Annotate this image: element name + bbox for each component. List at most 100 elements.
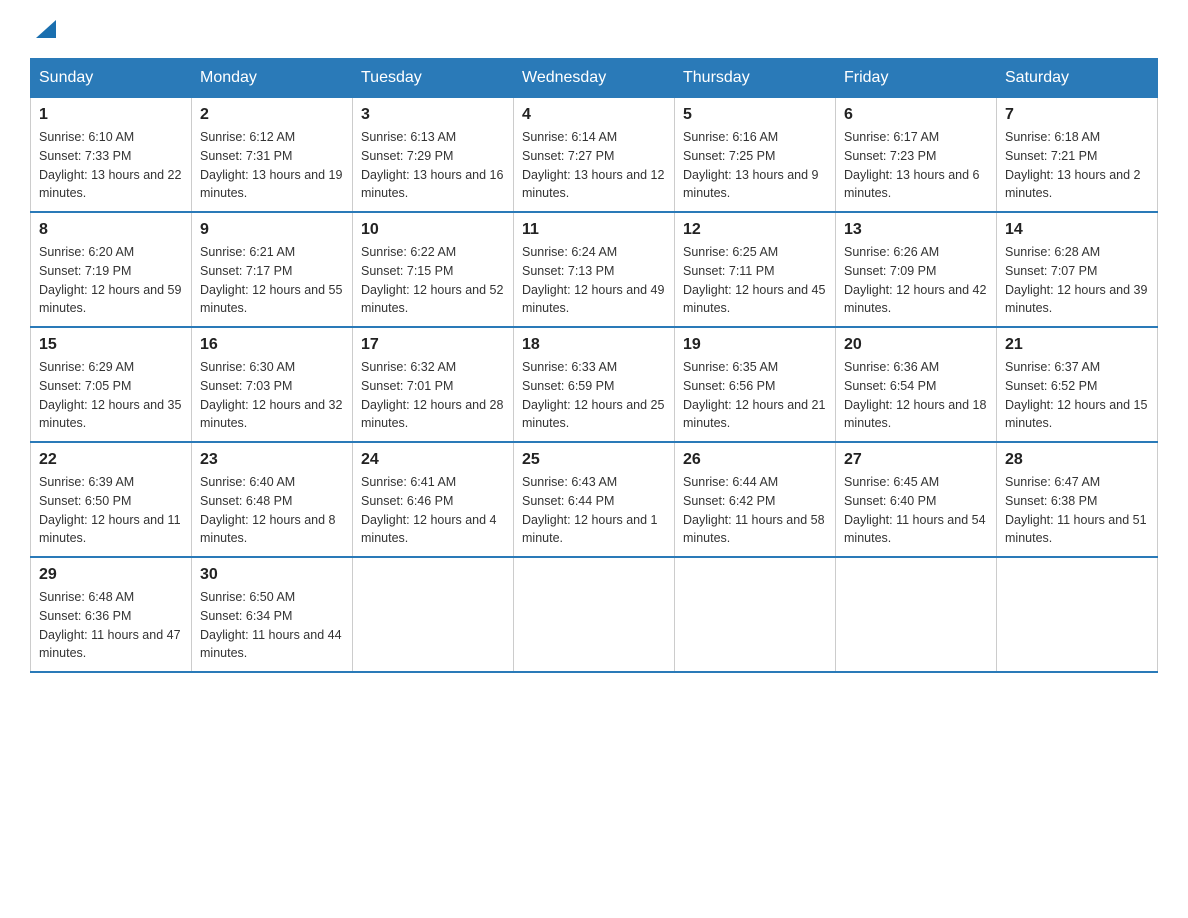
calendar-day-cell: 16 Sunrise: 6:30 AMSunset: 7:03 PMDaylig…: [192, 327, 353, 442]
day-info: Sunrise: 6:43 AMSunset: 6:44 PMDaylight:…: [522, 475, 658, 545]
day-number: 4: [522, 106, 666, 124]
weekday-header-sunday: Sunday: [31, 59, 192, 98]
weekday-header-saturday: Saturday: [997, 59, 1158, 98]
day-number: 28: [1005, 451, 1149, 469]
calendar-day-cell: [514, 557, 675, 672]
day-info: Sunrise: 6:13 AMSunset: 7:29 PMDaylight:…: [361, 130, 503, 200]
calendar-day-cell: 8 Sunrise: 6:20 AMSunset: 7:19 PMDayligh…: [31, 212, 192, 327]
day-number: 22: [39, 451, 183, 469]
calendar-day-cell: 26 Sunrise: 6:44 AMSunset: 6:42 PMDaylig…: [675, 442, 836, 557]
day-number: 17: [361, 336, 505, 354]
calendar-day-cell: [353, 557, 514, 672]
day-info: Sunrise: 6:28 AMSunset: 7:07 PMDaylight:…: [1005, 245, 1147, 315]
day-info: Sunrise: 6:30 AMSunset: 7:03 PMDaylight:…: [200, 360, 342, 430]
calendar-day-cell: 1 Sunrise: 6:10 AMSunset: 7:33 PMDayligh…: [31, 98, 192, 213]
day-number: 10: [361, 221, 505, 239]
day-number: 12: [683, 221, 827, 239]
calendar-day-cell: 17 Sunrise: 6:32 AMSunset: 7:01 PMDaylig…: [353, 327, 514, 442]
day-number: 9: [200, 221, 344, 239]
day-info: Sunrise: 6:37 AMSunset: 6:52 PMDaylight:…: [1005, 360, 1147, 430]
day-number: 15: [39, 336, 183, 354]
calendar-day-cell: 22 Sunrise: 6:39 AMSunset: 6:50 PMDaylig…: [31, 442, 192, 557]
day-info: Sunrise: 6:47 AMSunset: 6:38 PMDaylight:…: [1005, 475, 1147, 545]
day-info: Sunrise: 6:39 AMSunset: 6:50 PMDaylight:…: [39, 475, 181, 545]
calendar-day-cell: 4 Sunrise: 6:14 AMSunset: 7:27 PMDayligh…: [514, 98, 675, 213]
day-number: 20: [844, 336, 988, 354]
calendar-week-row: 8 Sunrise: 6:20 AMSunset: 7:19 PMDayligh…: [31, 212, 1158, 327]
calendar-day-cell: [836, 557, 997, 672]
day-number: 26: [683, 451, 827, 469]
weekday-header-row: SundayMondayTuesdayWednesdayThursdayFrid…: [31, 59, 1158, 98]
day-number: 1: [39, 106, 183, 124]
day-number: 8: [39, 221, 183, 239]
day-info: Sunrise: 6:25 AMSunset: 7:11 PMDaylight:…: [683, 245, 825, 315]
calendar-day-cell: 20 Sunrise: 6:36 AMSunset: 6:54 PMDaylig…: [836, 327, 997, 442]
calendar-day-cell: 14 Sunrise: 6:28 AMSunset: 7:07 PMDaylig…: [997, 212, 1158, 327]
calendar-day-cell: 24 Sunrise: 6:41 AMSunset: 6:46 PMDaylig…: [353, 442, 514, 557]
weekday-header-friday: Friday: [836, 59, 997, 98]
calendar-day-cell: 11 Sunrise: 6:24 AMSunset: 7:13 PMDaylig…: [514, 212, 675, 327]
day-number: 16: [200, 336, 344, 354]
day-info: Sunrise: 6:22 AMSunset: 7:15 PMDaylight:…: [361, 245, 503, 315]
calendar-day-cell: 5 Sunrise: 6:16 AMSunset: 7:25 PMDayligh…: [675, 98, 836, 213]
page-header: [30, 20, 1158, 38]
day-info: Sunrise: 6:33 AMSunset: 6:59 PMDaylight:…: [522, 360, 664, 430]
calendar-day-cell: 7 Sunrise: 6:18 AMSunset: 7:21 PMDayligh…: [997, 98, 1158, 213]
calendar-day-cell: 25 Sunrise: 6:43 AMSunset: 6:44 PMDaylig…: [514, 442, 675, 557]
day-info: Sunrise: 6:21 AMSunset: 7:17 PMDaylight:…: [200, 245, 342, 315]
day-number: 29: [39, 566, 183, 584]
calendar-day-cell: 15 Sunrise: 6:29 AMSunset: 7:05 PMDaylig…: [31, 327, 192, 442]
day-info: Sunrise: 6:26 AMSunset: 7:09 PMDaylight:…: [844, 245, 986, 315]
calendar-week-row: 29 Sunrise: 6:48 AMSunset: 6:36 PMDaylig…: [31, 557, 1158, 672]
day-info: Sunrise: 6:40 AMSunset: 6:48 PMDaylight:…: [200, 475, 336, 545]
calendar-day-cell: 2 Sunrise: 6:12 AMSunset: 7:31 PMDayligh…: [192, 98, 353, 213]
calendar-day-cell: 29 Sunrise: 6:48 AMSunset: 6:36 PMDaylig…: [31, 557, 192, 672]
day-info: Sunrise: 6:18 AMSunset: 7:21 PMDaylight:…: [1005, 130, 1141, 200]
day-info: Sunrise: 6:41 AMSunset: 6:46 PMDaylight:…: [361, 475, 497, 545]
calendar-day-cell: 21 Sunrise: 6:37 AMSunset: 6:52 PMDaylig…: [997, 327, 1158, 442]
day-info: Sunrise: 6:35 AMSunset: 6:56 PMDaylight:…: [683, 360, 825, 430]
calendar-day-cell: 6 Sunrise: 6:17 AMSunset: 7:23 PMDayligh…: [836, 98, 997, 213]
day-number: 25: [522, 451, 666, 469]
weekday-header-wednesday: Wednesday: [514, 59, 675, 98]
day-number: 5: [683, 106, 827, 124]
calendar-day-cell: [997, 557, 1158, 672]
day-info: Sunrise: 6:17 AMSunset: 7:23 PMDaylight:…: [844, 130, 980, 200]
day-number: 19: [683, 336, 827, 354]
calendar-day-cell: 28 Sunrise: 6:47 AMSunset: 6:38 PMDaylig…: [997, 442, 1158, 557]
calendar-day-cell: 19 Sunrise: 6:35 AMSunset: 6:56 PMDaylig…: [675, 327, 836, 442]
calendar-day-cell: 3 Sunrise: 6:13 AMSunset: 7:29 PMDayligh…: [353, 98, 514, 213]
day-info: Sunrise: 6:44 AMSunset: 6:42 PMDaylight:…: [683, 475, 825, 545]
day-number: 7: [1005, 106, 1149, 124]
calendar-week-row: 1 Sunrise: 6:10 AMSunset: 7:33 PMDayligh…: [31, 98, 1158, 213]
day-info: Sunrise: 6:32 AMSunset: 7:01 PMDaylight:…: [361, 360, 503, 430]
calendar-day-cell: 23 Sunrise: 6:40 AMSunset: 6:48 PMDaylig…: [192, 442, 353, 557]
calendar-table: SundayMondayTuesdayWednesdayThursdayFrid…: [30, 58, 1158, 673]
weekday-header-thursday: Thursday: [675, 59, 836, 98]
calendar-day-cell: 18 Sunrise: 6:33 AMSunset: 6:59 PMDaylig…: [514, 327, 675, 442]
day-number: 2: [200, 106, 344, 124]
day-number: 3: [361, 106, 505, 124]
day-info: Sunrise: 6:14 AMSunset: 7:27 PMDaylight:…: [522, 130, 664, 200]
calendar-day-cell: [675, 557, 836, 672]
calendar-day-cell: 27 Sunrise: 6:45 AMSunset: 6:40 PMDaylig…: [836, 442, 997, 557]
day-info: Sunrise: 6:12 AMSunset: 7:31 PMDaylight:…: [200, 130, 342, 200]
logo: [30, 20, 60, 38]
day-info: Sunrise: 6:24 AMSunset: 7:13 PMDaylight:…: [522, 245, 664, 315]
day-info: Sunrise: 6:20 AMSunset: 7:19 PMDaylight:…: [39, 245, 181, 315]
calendar-day-cell: 13 Sunrise: 6:26 AMSunset: 7:09 PMDaylig…: [836, 212, 997, 327]
day-number: 23: [200, 451, 344, 469]
day-info: Sunrise: 6:50 AMSunset: 6:34 PMDaylight:…: [200, 590, 342, 660]
calendar-day-cell: 9 Sunrise: 6:21 AMSunset: 7:17 PMDayligh…: [192, 212, 353, 327]
calendar-week-row: 15 Sunrise: 6:29 AMSunset: 7:05 PMDaylig…: [31, 327, 1158, 442]
day-info: Sunrise: 6:36 AMSunset: 6:54 PMDaylight:…: [844, 360, 986, 430]
day-number: 11: [522, 221, 666, 239]
day-info: Sunrise: 6:10 AMSunset: 7:33 PMDaylight:…: [39, 130, 181, 200]
day-number: 13: [844, 221, 988, 239]
weekday-header-tuesday: Tuesday: [353, 59, 514, 98]
day-number: 24: [361, 451, 505, 469]
day-info: Sunrise: 6:16 AMSunset: 7:25 PMDaylight:…: [683, 130, 819, 200]
weekday-header-monday: Monday: [192, 59, 353, 98]
logo-triangle-icon: [36, 20, 56, 38]
day-number: 6: [844, 106, 988, 124]
